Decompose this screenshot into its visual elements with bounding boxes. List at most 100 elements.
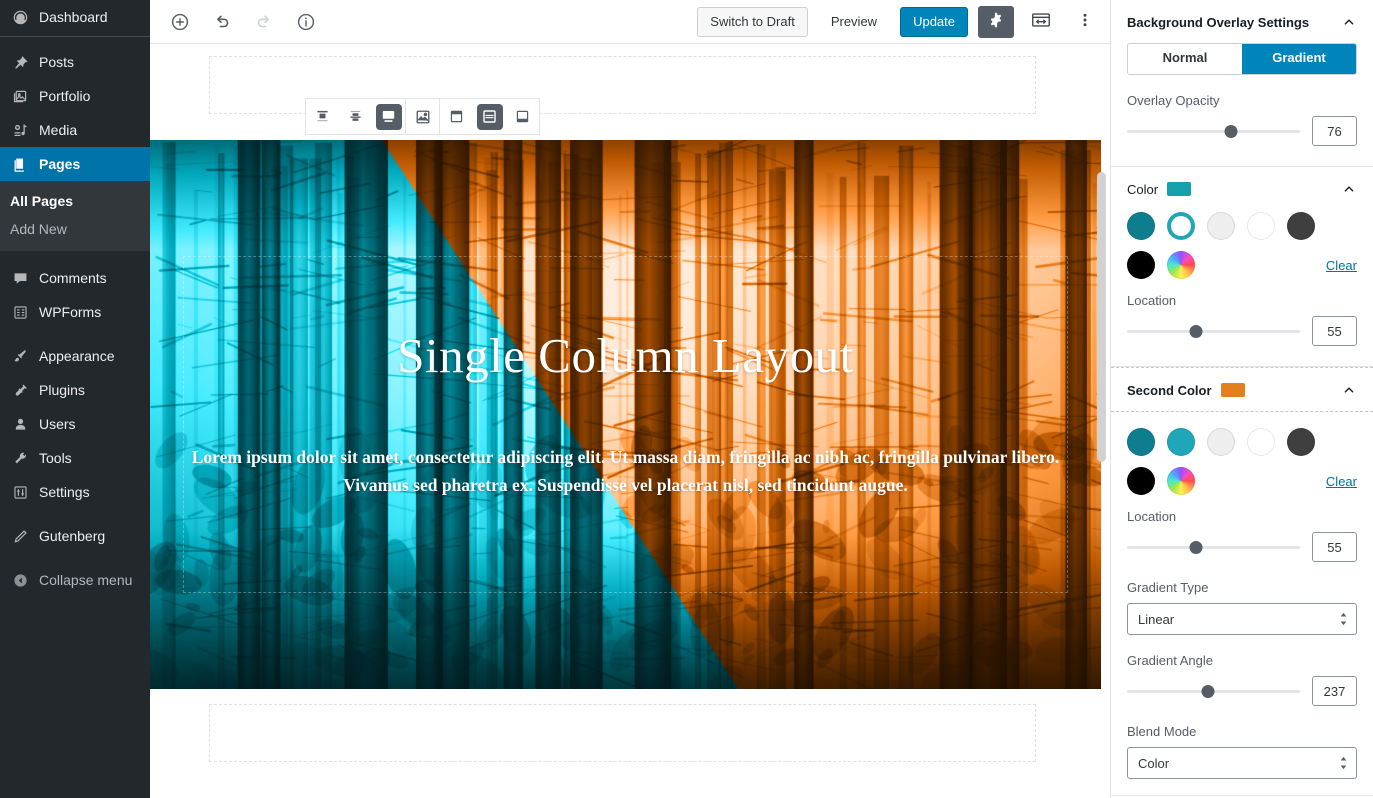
swatch-dark-gray[interactable] (1287, 428, 1315, 456)
content-info-button[interactable] (290, 6, 322, 38)
swatch-teal-dark[interactable] (1127, 428, 1155, 456)
submenu-item-add-new[interactable]: Add New (0, 215, 150, 243)
swatch-teal[interactable] (1167, 428, 1195, 456)
collapse-menu-button[interactable]: Collapse menu (0, 563, 150, 597)
collapse-arrow-icon (10, 570, 30, 590)
sidebar-item-gutenberg[interactable]: Gutenberg (0, 519, 150, 553)
chevron-up-icon (1341, 14, 1357, 30)
panel-header-second-color[interactable]: Second Color (1111, 367, 1373, 412)
more-options-button[interactable] (1068, 6, 1102, 38)
sidebar-item-settings[interactable]: Settings (0, 475, 150, 509)
swatch-black[interactable] (1127, 467, 1155, 495)
editor-header-toolbar: Switch to Draft Preview Update (150, 0, 1110, 44)
block-navigation-button[interactable] (1024, 6, 1058, 38)
sidebar-item-pages[interactable]: Pages (0, 147, 150, 181)
redo-button[interactable] (248, 6, 280, 38)
color-location-value[interactable]: 55 (1312, 316, 1357, 346)
sidebar-item-tools[interactable]: Tools (0, 441, 150, 475)
undo-button[interactable] (206, 6, 238, 38)
gradient-type-value: Linear (1138, 612, 1174, 627)
edit-media-button[interactable] (406, 99, 439, 134)
gradient-angle-slider[interactable] (1127, 682, 1300, 700)
gradient-angle-value[interactable]: 237 (1312, 676, 1357, 706)
blend-mode-select[interactable]: Color (1127, 747, 1357, 779)
pages-submenu: All Pages Add New (0, 181, 150, 251)
update-button[interactable]: Update (900, 7, 968, 37)
swatch-light-gray[interactable] (1207, 212, 1235, 240)
slider-thumb[interactable] (1224, 125, 1237, 138)
overlay-opacity-slider[interactable] (1127, 122, 1300, 140)
sidebar-item-portfolio[interactable]: Portfolio (0, 79, 150, 113)
sidebar-item-plugins[interactable]: Plugins (0, 373, 150, 407)
gradient-type-select[interactable]: Linear (1127, 603, 1357, 635)
preview-button[interactable]: Preview (818, 7, 890, 37)
cover-title[interactable]: Single Column Layout (397, 329, 853, 383)
swatch-white[interactable] (1247, 428, 1275, 456)
overlay-opacity-value[interactable]: 76 (1312, 116, 1357, 146)
pages-icon (10, 154, 30, 174)
swatch-dark-gray[interactable] (1287, 212, 1315, 240)
sidebar-item-dashboard[interactable]: Dashboard (0, 0, 150, 34)
panel-header-color[interactable]: Color (1111, 167, 1373, 210)
image-icon (410, 104, 436, 130)
swatch-teal-dark[interactable] (1127, 212, 1155, 240)
tab-normal[interactable]: Normal (1128, 44, 1242, 74)
sidebar-item-appearance[interactable]: Appearance (0, 339, 150, 373)
editor-region: Switch to Draft Preview Update Single Co… (150, 0, 1110, 798)
align-top-button[interactable] (306, 99, 339, 134)
color-swatch-row-2: Clear (1127, 251, 1357, 279)
portfolio-icon (10, 86, 30, 106)
color-location-slider[interactable] (1127, 322, 1300, 340)
cover-block[interactable]: Single Column Layout Lorem ipsum dolor s… (150, 140, 1101, 689)
swatch-teal[interactable] (1167, 212, 1195, 240)
swatch-light-gray[interactable] (1207, 428, 1235, 456)
canvas-vertical-scrollbar[interactable] (1097, 172, 1106, 462)
second-color-swatch-row-2: Clear (1127, 467, 1357, 495)
overlay-opacity-label: Overlay Opacity (1127, 93, 1357, 108)
media-icon (10, 120, 30, 140)
swatch-custom-color-picker[interactable] (1167, 467, 1195, 495)
swatch-white[interactable] (1247, 212, 1275, 240)
submenu-item-all-pages[interactable]: All Pages (0, 187, 150, 215)
add-block-button[interactable] (164, 6, 196, 38)
panel-header-background-overlay[interactable]: Background Overlay Settings (1111, 0, 1373, 43)
swatch-black[interactable] (1127, 251, 1155, 279)
sidebar-item-label: Users (39, 417, 76, 431)
second-color-location-value[interactable]: 55 (1312, 532, 1357, 562)
cover-paragraph[interactable]: Lorem ipsum dolor sit amet, consectetur … (186, 443, 1065, 500)
slider-thumb[interactable] (1190, 541, 1203, 554)
panel-body-second-color: Clear Location 55 Gradient Type Linear G… (1111, 412, 1373, 795)
content-position-center-button[interactable] (473, 99, 506, 134)
settings-sidebar-toggle-button[interactable] (978, 6, 1014, 38)
content-position-bottom-button[interactable] (506, 99, 539, 134)
sidebar-item-posts[interactable]: Posts (0, 45, 150, 79)
sidebar-toggle-icon (1030, 10, 1052, 33)
tools-wrench-icon (10, 448, 30, 468)
empty-block-placeholder-bottom[interactable] (209, 704, 1036, 762)
switch-to-draft-button[interactable]: Switch to Draft (697, 7, 808, 37)
wordpress-block-editor: Dashboard Posts Portfolio Media Pages Al… (0, 0, 1373, 798)
clear-color-link[interactable]: Clear (1326, 258, 1357, 273)
vertical-align-top-icon (310, 104, 336, 130)
slider-thumb[interactable] (1190, 325, 1203, 338)
sidebar-item-media[interactable]: Media (0, 113, 150, 147)
header-left-tools (164, 6, 322, 38)
sidebar-item-wpforms[interactable]: WPForms (0, 295, 150, 329)
swatch-custom-color-picker[interactable] (1167, 251, 1195, 279)
gradient-angle-control: 237 (1127, 676, 1357, 706)
clear-second-color-link[interactable]: Clear (1326, 474, 1357, 489)
tab-gradient[interactable]: Gradient (1242, 44, 1356, 74)
sidebar-item-comments[interactable]: Comments (0, 261, 150, 295)
content-center-icon (477, 104, 503, 130)
align-middle-button[interactable] (339, 99, 372, 134)
panel-background-overlay-settings: Background Overlay Settings Normal Gradi… (1111, 0, 1373, 167)
content-position-top-button[interactable] (440, 99, 473, 134)
dashboard-icon (10, 7, 30, 27)
slider-thumb[interactable] (1202, 685, 1215, 698)
sidebar-item-users[interactable]: Users (0, 407, 150, 441)
align-bottom-button[interactable] (372, 99, 405, 134)
slider-track (1127, 546, 1300, 549)
color-panel-current-swatch (1167, 182, 1191, 196)
second-color-location-slider[interactable] (1127, 538, 1300, 556)
toolbar-group-vertical-alignment (306, 99, 405, 134)
